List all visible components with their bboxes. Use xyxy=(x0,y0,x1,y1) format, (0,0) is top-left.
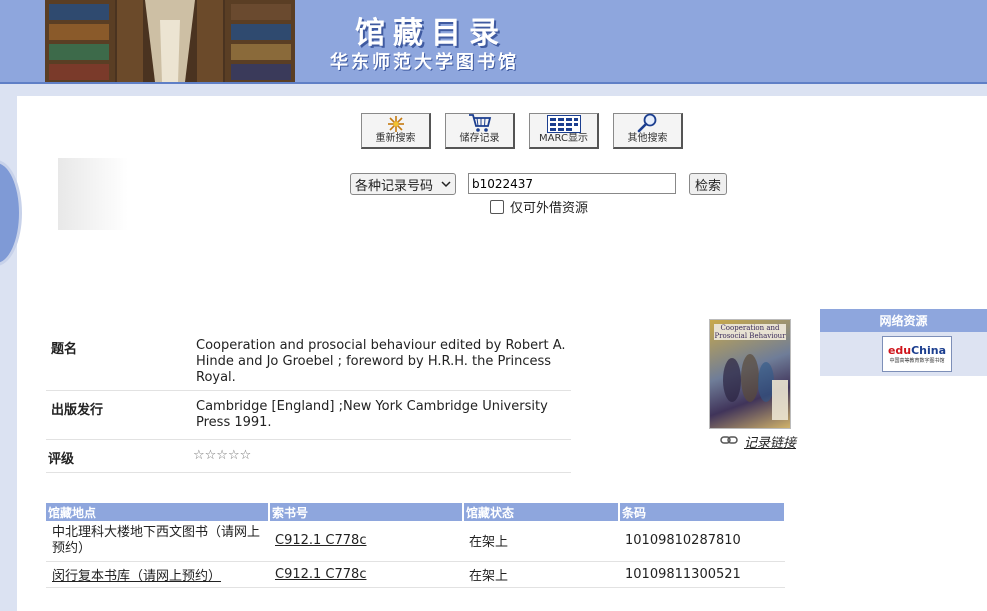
record-type-selected: 各种记录号码 xyxy=(355,178,434,194)
barcode-cell: 10109811300521 xyxy=(619,561,785,588)
publication-label: 出版发行 xyxy=(51,403,104,418)
title-row: 题名 Cooperation and prosocial behaviour e… xyxy=(46,330,571,391)
marc-grid-icon xyxy=(546,114,581,133)
table-row: 闵行复本书库（请网上预约） C912.1 C778c 在架上 101098113… xyxy=(46,561,785,588)
lendable-only-checkbox[interactable] xyxy=(490,199,504,214)
link-icon xyxy=(720,434,738,449)
col-status-header: 馆藏状态 xyxy=(463,503,620,521)
educhina-logo-subtitle: 中国高等教育数字图书馆 xyxy=(889,358,945,364)
title-value: Cooperation and prosocial behaviour edit… xyxy=(196,338,566,385)
book-cover-image: Cooperation and Prosocial Behaviour xyxy=(709,319,791,429)
lendable-only-label: 仅可外借资源 xyxy=(510,201,589,216)
magnifier-icon xyxy=(637,113,659,133)
marc-display-label: MARC显示 xyxy=(539,133,588,144)
record-type-select[interactable]: 各种记录号码 xyxy=(350,173,456,195)
rating-row: 评级 ☆☆☆☆☆ xyxy=(46,440,571,473)
lendable-only-option[interactable]: 仅可外借资源 xyxy=(490,197,588,216)
record-toolbar: 重新搜索 储存记录 MARC显示 其他搜索 xyxy=(361,113,683,149)
col-location-header: 馆藏地点 xyxy=(46,503,270,521)
status-cell: 在架上 xyxy=(463,521,619,562)
callnumber-link[interactable]: C912.1 C778c xyxy=(275,567,366,582)
header-banner: 馆藏目录 华东师范大学图书馆 xyxy=(0,0,987,84)
publication-row: 出版发行 Cambridge [England] ;New York Cambr… xyxy=(46,391,571,440)
save-record-label: 储存记录 xyxy=(459,133,500,144)
other-search-label: 其他搜索 xyxy=(627,133,668,144)
cart-icon xyxy=(468,113,492,133)
callnumber-link[interactable]: C912.1 C778c xyxy=(275,533,366,548)
status-cell: 在架上 xyxy=(463,561,619,588)
decorative-shadow-panel xyxy=(58,158,158,230)
callnumber-cell: C912.1 C778c xyxy=(269,521,463,562)
rating-stars[interactable]: ☆☆☆☆☆ xyxy=(193,448,563,468)
record-link[interactable]: 记录链接 xyxy=(720,432,796,451)
callnumber-cell: C912.1 C778c xyxy=(269,561,463,588)
library-name: 华东师范大学图书馆 xyxy=(330,52,519,73)
location-cell: 中北理科大楼地下西文图书（请网上预约） xyxy=(46,521,269,562)
save-record-button[interactable]: 储存记录 xyxy=(445,113,515,149)
catalog-title: 馆藏目录 xyxy=(355,16,507,51)
rating-label: 评级 xyxy=(48,452,75,467)
web-resources-panel: 网络资源 eduChina 中国高等教育数字图书馆 xyxy=(820,309,987,376)
title-label: 题名 xyxy=(51,342,78,357)
col-callnumber-header: 索书号 xyxy=(269,503,464,521)
search-submit-button[interactable]: 检索 xyxy=(689,173,727,195)
col-barcode-header: 条码 xyxy=(619,503,786,521)
table-row: 中北理科大楼地下西文图书（请网上预约） C912.1 C778c 在架上 101… xyxy=(46,521,785,562)
location-link[interactable]: 闵行复本书库（请网上预约） xyxy=(52,569,221,584)
barcode-cell: 10109810287810 xyxy=(619,521,785,562)
chevron-down-icon xyxy=(441,177,451,192)
new-search-label: 重新搜索 xyxy=(375,133,416,144)
record-link-text[interactable]: 记录链接 xyxy=(744,432,796,451)
holdings-header-row: 馆藏地点 索书号 馆藏状态 条码 xyxy=(46,503,786,521)
search-input[interactable] xyxy=(468,173,676,194)
new-search-button[interactable]: 重新搜索 xyxy=(361,113,431,149)
library-shelves-photo xyxy=(45,0,295,82)
other-search-button[interactable]: 其他搜索 xyxy=(613,113,683,149)
web-resources-header: 网络资源 xyxy=(820,309,987,332)
holdings-table: 馆藏地点 索书号 馆藏状态 条码 中北理科大楼地下西文图书（请网上预约） C91… xyxy=(46,503,786,588)
location-cell: 闵行复本书库（请网上预约） xyxy=(46,561,269,588)
marc-display-button[interactable]: MARC显示 xyxy=(529,113,599,149)
bib-record-details: 题名 Cooperation and prosocial behaviour e… xyxy=(46,330,571,473)
educhina-logo-text: eduChina xyxy=(888,344,946,357)
left-decoration-circle xyxy=(0,160,22,266)
educhina-logo[interactable]: eduChina 中国高等教育数字图书馆 xyxy=(882,336,952,372)
educhina-logo-edu: edu xyxy=(887,344,912,357)
top-divider-strip xyxy=(0,84,987,96)
educhina-logo-china: China xyxy=(911,344,947,357)
sparkle-icon xyxy=(387,114,405,133)
publication-value: Cambridge [England] ;New York Cambridge … xyxy=(196,399,548,430)
